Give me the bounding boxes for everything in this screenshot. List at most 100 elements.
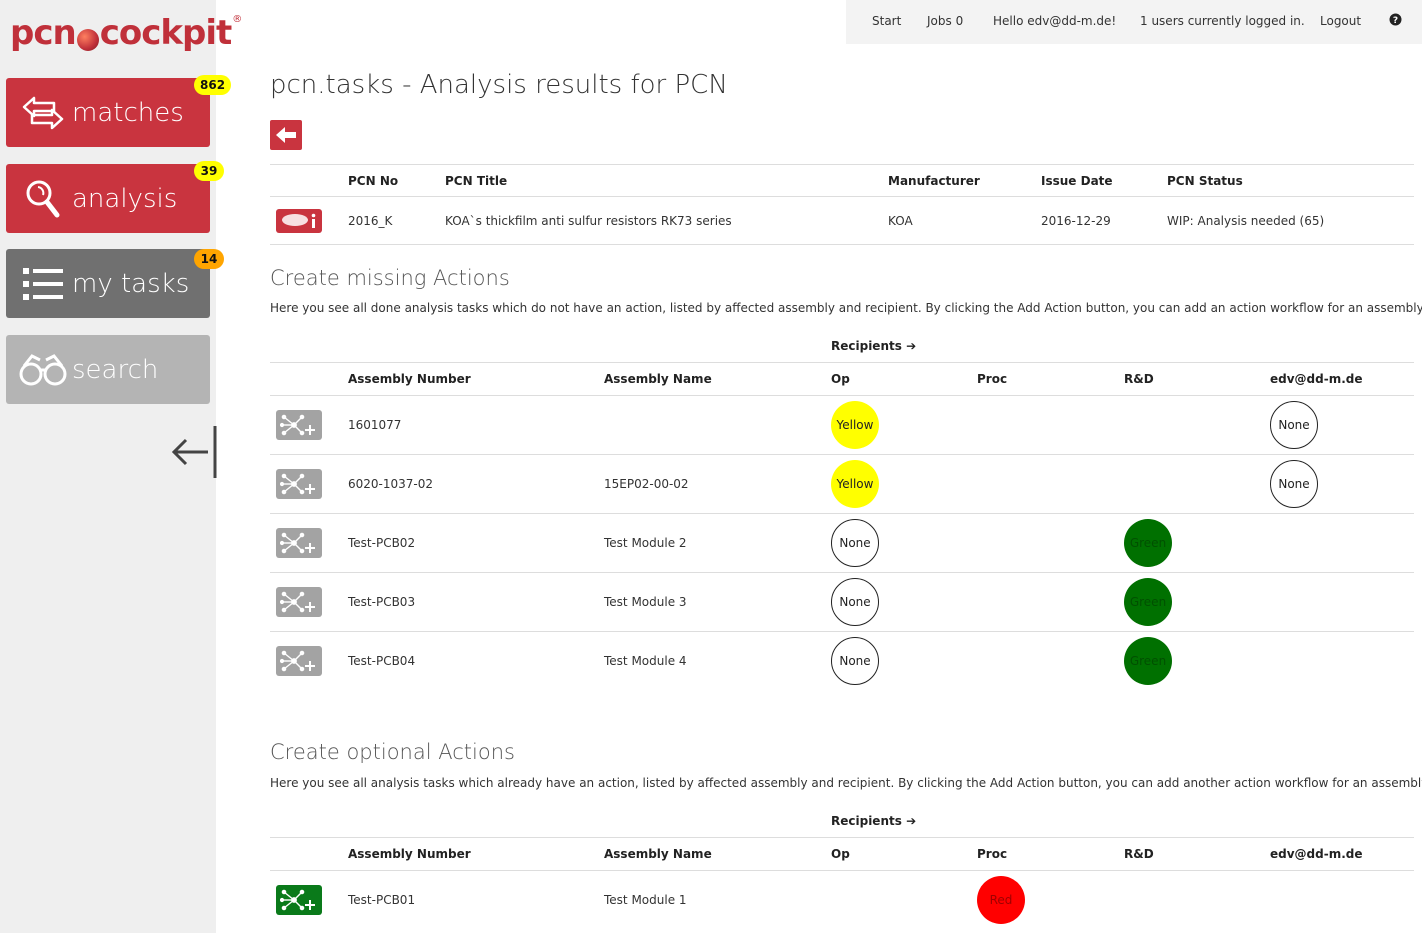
table-row: Test-PCB01 Test Module 1 Red [270, 870, 1414, 930]
table-row: 2016_K KOA`s thickfilm anti sulfur resis… [270, 196, 1414, 245]
badge-matches-count: 862 [194, 75, 232, 95]
missing-actions-heading: Create missing Actions [270, 266, 510, 290]
logo-registered: ® [232, 13, 243, 25]
col-pcn-no: PCN No [348, 164, 445, 197]
list-icon [18, 259, 68, 309]
sidebar-item-label: analysis [72, 183, 178, 214]
col-assembly-name: Assembly Name [604, 362, 831, 396]
col-assembly-name: Assembly Name [604, 837, 831, 871]
optional-recipients-label: Recipients ➔ [831, 814, 916, 828]
missing-recipients-label: Recipients ➔ [831, 339, 916, 353]
pcn-no-value: 2016_K [348, 196, 445, 245]
col-proc: Proc [977, 362, 1124, 396]
back-button[interactable] [270, 120, 302, 150]
table-row: Test-PCB03 Test Module 3 None Green [270, 572, 1414, 632]
status-circle-rd[interactable]: Green [1124, 578, 1172, 626]
status-circle-op[interactable]: None [831, 637, 879, 686]
nav-users-logged-in: 1 users currently logged in. [1140, 14, 1305, 28]
assembly-name-cell [604, 395, 831, 455]
page-title: pcn.tasks - Analysis results for PCN [270, 70, 728, 100]
status-circle-op[interactable]: None [831, 519, 879, 567]
status-circle-proc[interactable]: Red [977, 876, 1025, 925]
issue-date-value: 2016-12-29 [1041, 196, 1167, 245]
col-assembly-number: Assembly Number [348, 837, 604, 871]
network-add-icon [280, 888, 318, 912]
col-rd: R&D [1124, 837, 1270, 871]
sidebar-item-matches[interactable]: matches 862 [6, 75, 232, 147]
missing-actions-table: Assembly Number Assembly Name Op Proc R&… [270, 362, 1414, 691]
arrow-right-icon: ➔ [906, 339, 917, 353]
assembly-name-cell: 15EP02-00-02 [604, 454, 831, 514]
add-action-button[interactable] [276, 410, 322, 440]
assembly-number-cell: Test-PCB02 [348, 513, 604, 573]
status-circle-op[interactable]: Yellow [831, 460, 879, 508]
table-row: Test-PCB04 Test Module 4 None Green [270, 631, 1414, 691]
arrow-left-icon [276, 127, 296, 143]
assembly-number-cell: 1601077 [348, 395, 604, 455]
assembly-name-cell: Test Module 3 [604, 572, 831, 632]
col-op: Op [831, 837, 977, 871]
help-icon[interactable]: ? [1389, 13, 1402, 29]
col-op: Op [831, 362, 977, 396]
optional-actions-description: Here you see all analysis tasks which al… [270, 776, 1422, 790]
col-issue-date: Issue Date [1041, 164, 1167, 197]
add-action-button[interactable] [276, 646, 322, 677]
sidebar-item-analysis[interactable]: analysis 39 [6, 161, 224, 233]
arrow-left-bar-icon [171, 426, 217, 478]
col-manufacturer: Manufacturer [888, 164, 1041, 197]
nav-start-link[interactable]: Start [872, 14, 901, 28]
badge-analysis-count: 39 [194, 161, 224, 181]
nav-hello-user[interactable]: Hello edv@dd-m.de! [993, 14, 1116, 28]
magnifier-icon [18, 174, 68, 224]
assembly-number-cell: Test-PCB03 [348, 572, 604, 632]
sidebar-item-my-tasks[interactable]: my tasks 14 [6, 249, 224, 318]
status-circle-rd[interactable]: Green [1124, 637, 1172, 686]
table-row: 6020-1037-02 15EP02-00-02 Yellow None [270, 454, 1414, 514]
col-edv: edv@dd-m.de [1270, 362, 1414, 396]
manufacturer-value: KOA [888, 196, 1041, 245]
network-add-icon [280, 472, 318, 496]
logo-ball-icon [76, 29, 99, 51]
add-action-button[interactable] [276, 528, 322, 558]
sidebar-item-search[interactable]: search [6, 335, 210, 404]
status-circle-edv[interactable]: None [1270, 460, 1318, 508]
status-circle-op[interactable]: None [831, 578, 879, 626]
table-row: 1601077 Yellow None [270, 395, 1414, 455]
recipients-text: Recipients [831, 814, 902, 828]
assembly-number-cell: Test-PCB04 [348, 631, 604, 691]
top-nav: Start Jobs 0 Hello edv@dd-m.de! 1 users … [846, 0, 1422, 44]
pcn-table: PCN No PCN Title Manufacturer Issue Date… [270, 164, 1414, 245]
pcn-info-icon[interactable] [276, 209, 322, 236]
badge-my-tasks-count: 14 [194, 249, 224, 269]
arrow-right-icon: ➔ [906, 814, 917, 828]
status-circle-op[interactable]: Yellow [831, 401, 879, 449]
network-add-icon [280, 413, 318, 437]
status-circle-rd[interactable]: Green [1124, 519, 1172, 567]
assembly-name-cell: Test Module 1 [604, 870, 831, 930]
table-row: Test-PCB02 Test Module 2 None Green [270, 513, 1414, 573]
recipients-text: Recipients [831, 339, 902, 353]
swap-arrows-icon [18, 88, 68, 138]
svg-text:?: ? [1393, 16, 1398, 26]
pcn-title-value: KOA`s thickfilm anti sulfur resistors RK… [445, 196, 888, 245]
col-proc: Proc [977, 837, 1124, 871]
collapse-sidebar-button[interactable] [170, 424, 218, 480]
logo-text-b: cockpit [99, 13, 233, 53]
nav-logout-link[interactable]: Logout [1320, 14, 1361, 28]
add-action-button[interactable] [276, 885, 322, 916]
nav-jobs-link[interactable]: Jobs 0 [927, 14, 963, 28]
sidebar: pcn cockpit ® matches 862 analysis 39 my… [0, 0, 242, 933]
assembly-name-cell: Test Module 2 [604, 513, 831, 573]
logo[interactable]: pcn cockpit ® [10, 8, 242, 58]
assembly-name-cell: Test Module 4 [604, 631, 831, 691]
logo-text-a: pcn [10, 13, 77, 53]
network-add-icon [280, 590, 318, 614]
add-action-button[interactable] [276, 469, 322, 499]
status-circle-edv[interactable]: None [1270, 401, 1318, 449]
sidebar-item-label: my tasks [72, 268, 190, 299]
col-edv: edv@dd-m.de [1270, 837, 1414, 871]
sidebar-item-label: search [72, 354, 159, 385]
add-action-button[interactable] [276, 587, 322, 617]
col-pcn-title: PCN Title [445, 164, 888, 197]
col-pcn-status: PCN Status [1167, 164, 1414, 197]
